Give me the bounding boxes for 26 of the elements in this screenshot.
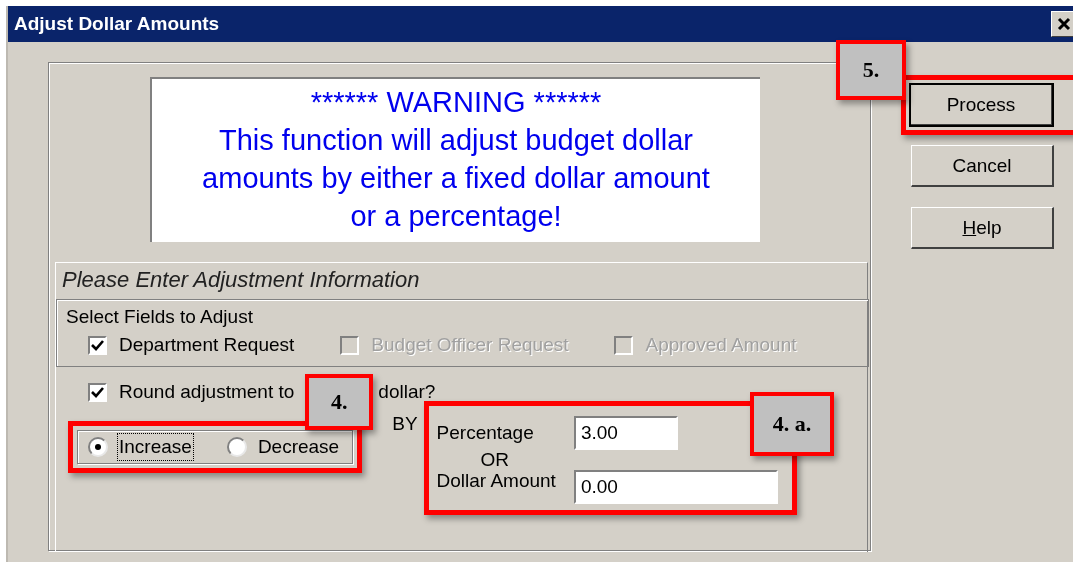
- checkbox-label: Department Request: [119, 334, 295, 356]
- by-label: BY: [392, 413, 418, 435]
- section-title: Please Enter Adjustment Information: [61, 267, 421, 293]
- step-callout: 4.: [305, 374, 374, 430]
- checkbox-label: dollar?: [378, 381, 436, 403]
- dialog-button[interactable]: Help: [911, 207, 1054, 249]
- radio-label: Increase: [118, 434, 193, 460]
- checkbox[interactable]: [88, 335, 107, 355]
- dialog-button[interactable]: Process: [910, 84, 1053, 126]
- checkbox-label: Round adjustment to: [119, 381, 295, 403]
- step-callout: 5.: [836, 40, 906, 100]
- window-title: Adjust Dollar Amounts: [14, 13, 220, 35]
- checkbox[interactable]: [88, 382, 107, 402]
- radio-button[interactable]: [88, 437, 108, 457]
- or-label: OR: [479, 450, 511, 470]
- input-field[interactable]: 0.00: [573, 470, 778, 504]
- field-label: Percentage: [436, 422, 535, 444]
- warning-message: ****** WARNING ****** This function will adjust budget dollar amounts by either a fixed dollar amount or a percentage!: [150, 77, 760, 242]
- field-label: Dollar Amount: [436, 470, 556, 492]
- radio-label: Decrease: [256, 435, 341, 459]
- input-field[interactable]: 3.00: [573, 416, 678, 450]
- close-icon[interactable]: [1051, 11, 1073, 37]
- radio-button[interactable]: [226, 437, 247, 457]
- dialog-button[interactable]: Cancel: [911, 145, 1054, 187]
- step-callout: 4. a.: [749, 392, 834, 456]
- group-title: Select Fields to Adjust: [66, 306, 253, 327]
